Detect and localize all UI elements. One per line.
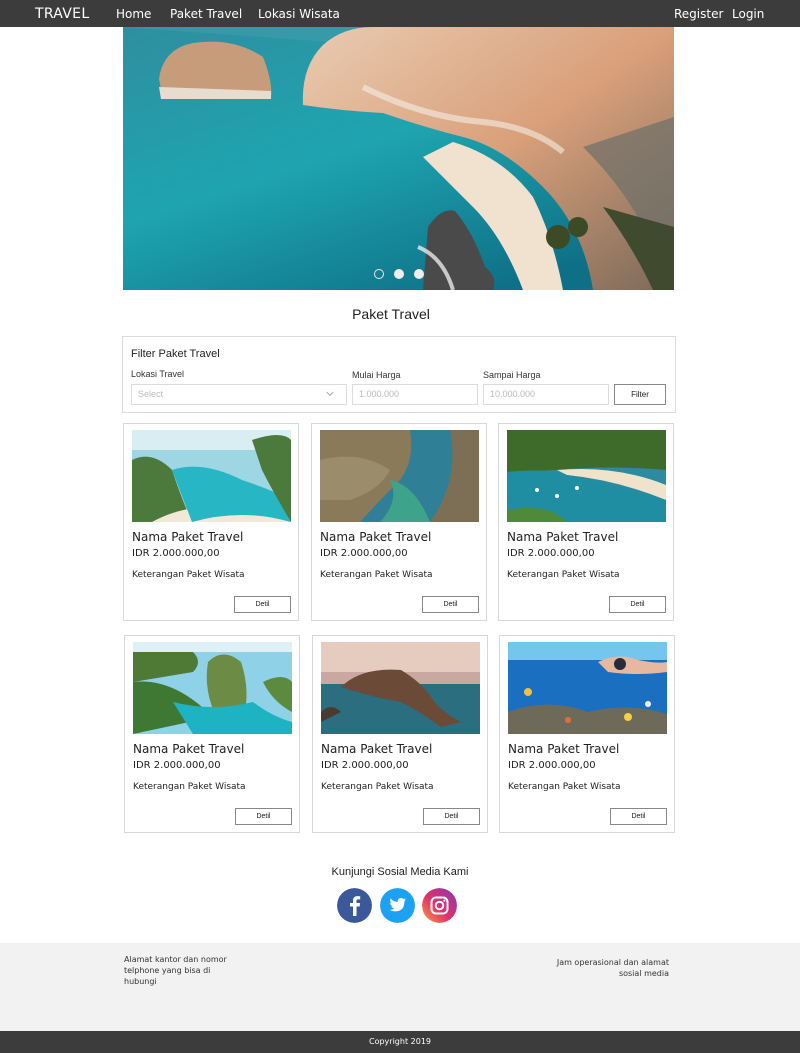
- twitter-icon[interactable]: [380, 888, 415, 923]
- detil-button[interactable]: Detil: [234, 596, 291, 613]
- package-description: Keterangan Paket Wisata: [508, 782, 621, 792]
- filter-panel: Filter Paket Travel Lokasi Travel Select…: [122, 336, 676, 413]
- carousel-dot-1[interactable]: [373, 269, 384, 279]
- top-navbar: TRAVEL Home Paket Travel Lokasi Wisata R…: [0, 0, 800, 27]
- social-title: Kunjungi Sosial Media Kami: [331, 866, 469, 878]
- detil-button[interactable]: Detil: [422, 596, 479, 613]
- package-description: Keterangan Paket Wisata: [507, 570, 620, 580]
- instagram-icon[interactable]: [422, 888, 457, 923]
- package-price: IDR 2.000.000,00: [132, 548, 220, 559]
- package-price: IDR 2.000.000,00: [320, 548, 408, 559]
- package-description: Keterangan Paket Wisata: [321, 782, 434, 792]
- nav-home[interactable]: Home: [116, 7, 151, 21]
- package-card: Nama Paket Travel IDR 2.000.000,00 Keter…: [123, 423, 299, 621]
- package-title: Nama Paket Travel: [320, 530, 432, 544]
- nav-lokasi-wisata[interactable]: Lokasi Wisata: [258, 7, 340, 21]
- detil-button[interactable]: Detil: [423, 808, 480, 825]
- hero-image: [123, 27, 674, 290]
- package-price: IDR 2.000.000,00: [133, 760, 221, 771]
- package-image: [133, 642, 292, 734]
- location-select[interactable]: Select: [131, 384, 347, 405]
- package-price: IDR 2.000.000,00: [508, 760, 596, 771]
- package-title: Nama Paket Travel: [508, 742, 620, 756]
- nav-register[interactable]: Register: [674, 7, 723, 21]
- min-price-placeholder: 1.000.000: [359, 389, 400, 399]
- footer-contact-text: Alamat kantor dan nomor telphone yang bi…: [124, 955, 227, 986]
- package-description: Keterangan Paket Wisata: [133, 782, 246, 792]
- section-title: Paket Travel: [352, 306, 430, 322]
- package-title: Nama Paket Travel: [507, 530, 619, 544]
- filter-button[interactable]: Filter: [614, 384, 666, 405]
- footer-hours-text: Jam operasional dan alamat sosial media: [556, 958, 669, 978]
- package-image: [508, 642, 667, 734]
- package-title: Nama Paket Travel: [132, 530, 244, 544]
- carousel-indicators: [123, 269, 674, 279]
- package-price: IDR 2.000.000,00: [321, 760, 409, 771]
- package-card: Nama Paket Travel IDR 2.000.000,00 Keter…: [498, 423, 674, 621]
- package-image: [132, 430, 291, 522]
- max-price-input[interactable]: 10.000.000: [483, 384, 609, 405]
- package-card: Nama Paket Travel IDR 2.000.000,00 Keter…: [311, 423, 487, 621]
- package-card: Nama Paket Travel IDR 2.000.000,00 Keter…: [499, 635, 675, 833]
- min-price-label: Mulai Harga: [352, 370, 401, 380]
- package-image: [507, 430, 666, 522]
- package-title: Nama Paket Travel: [321, 742, 433, 756]
- carousel-dot-2[interactable]: [393, 269, 404, 279]
- chevron-down-icon: [326, 391, 334, 396]
- hero-carousel[interactable]: [123, 27, 674, 290]
- location-label: Lokasi Travel: [131, 369, 185, 379]
- max-price-placeholder: 10.000.000: [490, 389, 536, 399]
- detil-button[interactable]: Detil: [610, 808, 667, 825]
- max-price-label: Sampai Harga: [483, 370, 541, 380]
- min-price-input[interactable]: 1.000.000: [352, 384, 478, 405]
- package-image: [321, 642, 480, 734]
- filter-title: Filter Paket Travel: [131, 348, 220, 360]
- brand-logo[interactable]: TRAVEL: [35, 6, 89, 22]
- copyright: Copyright 2019: [0, 1031, 800, 1053]
- detil-button[interactable]: Detil: [609, 596, 666, 613]
- package-price: IDR 2.000.000,00: [507, 548, 595, 559]
- package-card: Nama Paket Travel IDR 2.000.000,00 Keter…: [312, 635, 488, 833]
- carousel-dot-3[interactable]: [413, 269, 424, 279]
- package-card: Nama Paket Travel IDR 2.000.000,00 Keter…: [124, 635, 300, 833]
- package-image: [320, 430, 479, 522]
- package-description: Keterangan Paket Wisata: [320, 570, 433, 580]
- location-select-value: Select: [138, 389, 164, 399]
- footer: Alamat kantor dan nomor telphone yang bi…: [0, 943, 800, 1031]
- package-title: Nama Paket Travel: [133, 742, 245, 756]
- package-description: Keterangan Paket Wisata: [132, 570, 245, 580]
- nav-paket-travel[interactable]: Paket Travel: [170, 7, 242, 21]
- facebook-icon[interactable]: [337, 888, 372, 923]
- nav-login[interactable]: Login: [732, 7, 764, 21]
- detil-button[interactable]: Detil: [235, 808, 292, 825]
